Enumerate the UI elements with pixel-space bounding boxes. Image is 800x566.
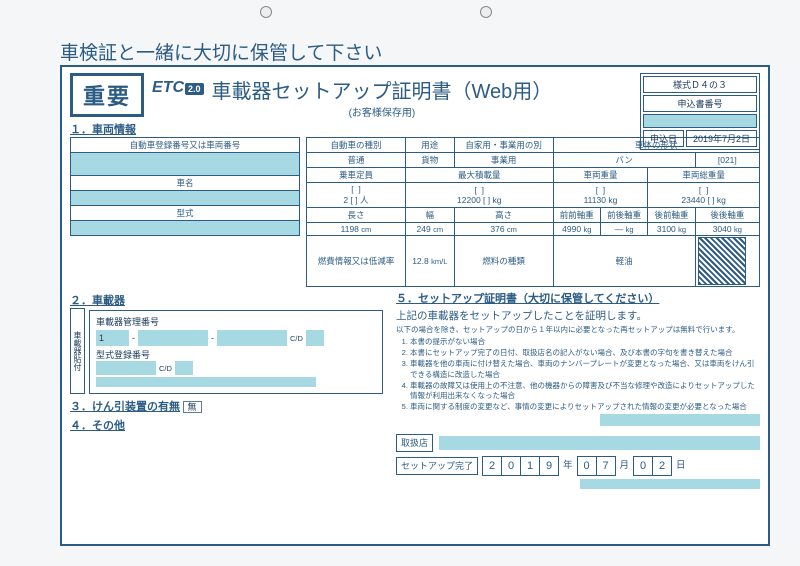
important-badge: 重要 [70,73,144,117]
sticker-label: 車載器貼付 [70,308,85,394]
device-box: 車載器管理番号 1 - - C/D 型式登録番号 C/D [89,310,383,394]
qr-code [698,237,746,285]
keep-warning: 車検証と一緒に大切に保管して下さい [60,38,382,65]
application-box: 様式Ｄ４の３ 申込書番号 申込日2019年7月2日 [640,73,760,150]
section-3: ３．けん引装置の有無 [70,401,180,413]
hole-punch [260,6,272,18]
app-date-label: 申込日 [643,130,684,147]
section-2: ２．車載器 [70,292,390,308]
certificate-sheet: 様式Ｄ４の３ 申込書番号 申込日2019年7月2日 重要 ETC2.0 車載器セ… [60,65,770,546]
etc-logo: ETC2.0 [152,79,204,97]
cert-heading: 上記の車載器をセットアップしたことを証明します。 [396,309,760,323]
doc-subtitle: (お客様保存用) [212,104,553,119]
section-4: ４．その他 [70,417,390,433]
app-date: 2019年7月2日 [686,130,757,147]
completion-date: セットアップ完了 2019 年 07 月 02 日 [396,456,760,476]
shop-label: 取扱店 [396,434,433,452]
cert-sub: 以下の場合を除き、セットアップの日から１年以内に必要となった再セットアップは無料… [396,325,760,335]
hole-punch [480,6,492,18]
vehicle-spec-table: 自動車の種別用途自家用・事業用の別 車体の形状 普通貨物事業用 バン[021] … [306,137,760,287]
section-5: ５．セットアップ証明書（大切に保管してください） [396,292,760,307]
towing-none: 無 [183,401,202,413]
cert-list: 本書の提示がない場合本書にセットアップ完了の日付、取扱店名の記入がない場合、及び… [410,337,760,412]
app-no-value [643,114,757,128]
form-no: 様式Ｄ４の３ [643,76,757,93]
doc-title: 車載器セットアップ証明書（Web用） [212,75,553,104]
app-no-label: 申込書番号 [643,95,757,112]
shop-value [439,436,760,450]
vehicle-id-table: 自動車登録番号又は車両番号 車名 型式 [70,137,300,236]
